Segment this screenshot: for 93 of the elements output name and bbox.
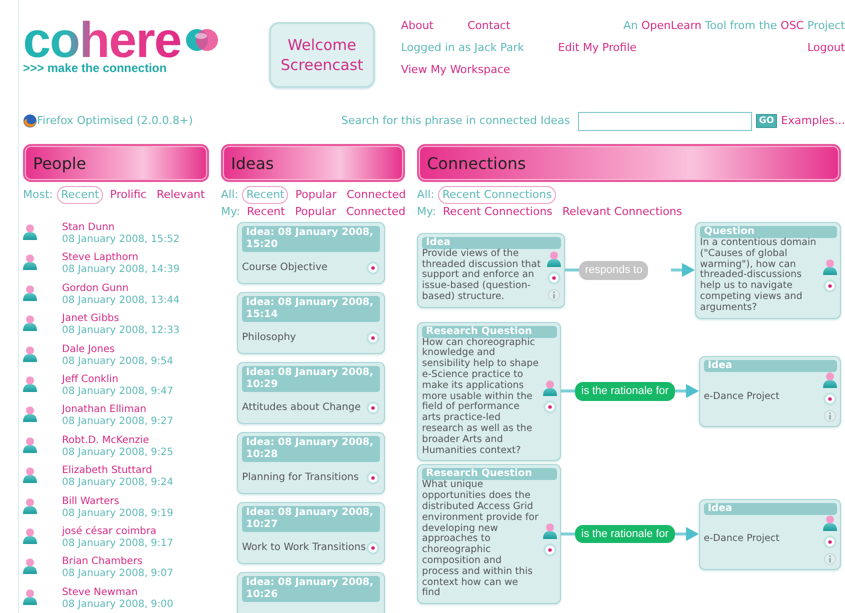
person-name[interactable]: Brian Chambers (62, 556, 174, 568)
person-date: 08 January 2008, 14:39 (62, 264, 180, 276)
relation-label: is the rationale for (575, 382, 675, 401)
filter-link[interactable]: Popular (292, 204, 340, 220)
person-date: 08 January 2008, 9:27 (62, 416, 174, 428)
person-date: 08 January 2008, 9:24 (62, 477, 174, 490)
filter-link[interactable]: Prolific (107, 187, 150, 203)
examples-link[interactable]: Examples... (781, 112, 845, 130)
idea-text: Work to Work Transitions (242, 542, 366, 554)
nav-link[interactable]: About (400, 18, 434, 40)
node-text: e-Dance Project (704, 534, 780, 546)
node-card[interactable]: Idea e-Dance Project (698, 356, 841, 427)
person-name[interactable]: Stan Dunn (62, 222, 180, 234)
relation-label: is the rationale for (575, 524, 675, 544)
idea-card[interactable]: Idea: 08 January 2008, 10:28 Planning for Transitions (237, 432, 385, 494)
idea-title: Idea: 08 January 2008, 10:29 (242, 366, 380, 392)
person-date: 08 January 2008, 12:33 (62, 325, 180, 338)
person-name[interactable]: josé césar coimbra (62, 526, 174, 538)
idea-title: Idea: 08 January 2008, 10:26 (242, 576, 380, 602)
node-text: How can choreographic knowledge and sensibility help to shape e-Science practice to make its applications more usable within the field of performance arts practice-led research as well as the broader Arts and Humanities context? (422, 338, 540, 456)
idea-card[interactable]: Idea: 08 January 2008, 10:29 Attitudes about Change (237, 362, 385, 424)
idea-text: Planning for Transitions (242, 472, 359, 484)
person-name[interactable]: Jeff Conklin (62, 374, 174, 386)
section-header: People (23, 144, 209, 182)
logout-link[interactable]: Logout (807, 40, 845, 62)
logo-tagline: >>> make the connection (23, 62, 168, 74)
person-name[interactable]: Steve Newman (62, 586, 174, 599)
node-card[interactable]: Question In a contentious domain ("Causes of global warming"), how can threaded-discussions help us to navigate competing views and arguments? (695, 222, 841, 319)
idea-title: Idea: 08 January 2008, 15:14 (242, 296, 380, 322)
node-type-label: Research Question (422, 326, 558, 338)
idea-title: Idea: 08 January 2008, 10:28 (242, 436, 380, 462)
filter-link[interactable]: Recent Connections (440, 204, 556, 220)
filter-label: My: (417, 204, 436, 220)
idea-card[interactable]: Idea: 08 January 2008, 15:14 Philosophy (237, 292, 385, 354)
credit-link[interactable]: OpenLearn (641, 19, 702, 32)
credit-link[interactable]: OSC (780, 19, 804, 32)
person-name[interactable]: Janet Gibbs (62, 313, 180, 326)
person-name[interactable]: Robt.D. McKenzie (62, 434, 174, 447)
node-text: Provide views of the threaded discussion that support and enforce an issue-based (question-based) structure. (422, 248, 542, 303)
filter-link[interactable]: Recent (244, 204, 288, 220)
filter-link[interactable]: Relevant Connections (559, 204, 686, 220)
filter-link[interactable]: Connected (344, 187, 409, 203)
person-date: 08 January 2008, 9:19 (62, 508, 174, 520)
node-type-label: Idea (704, 502, 837, 515)
node-text: What unique opportunities does the distributed Access Grid environment provide for developing new approaches to choreographic composition and process and within this context how can we find (422, 480, 540, 600)
node-type-label: Research Question (422, 468, 558, 480)
section-header: Connections (417, 144, 841, 182)
node-text: e-Dance Project (704, 392, 780, 402)
relation-label: responds to (579, 261, 648, 280)
person-name[interactable]: Bill Warters (62, 496, 174, 508)
credit-text: An OpenLearn Tool from the OSC Project (623, 18, 845, 34)
nav-link[interactable]: View My Workspace (400, 62, 510, 84)
idea-card[interactable]: Idea: 08 January 2008, 15:20 Course Objective (237, 222, 385, 284)
person-name[interactable]: Jonathan Elliman (62, 404, 174, 416)
nav-link[interactable]: Edit My Profile (558, 40, 637, 62)
person-date: 08 January 2008, 9:47 (62, 386, 174, 398)
filter-label: My: (221, 204, 240, 220)
idea-text: Attitudes about Change (242, 402, 361, 414)
idea-text: Philosophy (242, 332, 296, 344)
person-date: 08 January 2008, 9:25 (62, 446, 174, 459)
welcome-button[interactable]: Welcome Screencast (268, 22, 375, 88)
node-type-label: Idea (704, 360, 837, 372)
person-date: 08 January 2008, 9:54 (62, 356, 174, 368)
person-date: 08 January 2008, 15:52 (62, 234, 180, 246)
person-name[interactable]: Dale Jones (62, 344, 174, 356)
idea-title: Idea: 08 January 2008, 15:20 (242, 226, 380, 252)
node-type-label: Question (700, 226, 837, 238)
filter-label: All: (417, 187, 434, 203)
login-status: Logged in as Jack Park (400, 40, 524, 56)
filter-label: All: (221, 187, 238, 203)
node-card[interactable]: Idea e-Dance Project (698, 498, 841, 570)
filter-link[interactable]: Relevant (154, 187, 208, 203)
section-header: Ideas (221, 144, 405, 182)
node-text: In a contentious domain ("Causes of global warming"), how can threaded-discussions help us to navigate competing views and arguments? (700, 238, 818, 314)
person-date: 08 January 2008, 9:00 (62, 598, 174, 611)
person-name[interactable]: Gordon Gunn (62, 282, 180, 295)
filter-link[interactable]: Popular (292, 187, 340, 203)
person-date: 08 January 2008, 13:44 (62, 294, 180, 307)
person-date: 08 January 2008, 9:17 (62, 538, 174, 550)
person-date: 08 January 2008, 9:07 (62, 568, 174, 580)
filter-link[interactable]: Connected (343, 204, 408, 220)
nav-link[interactable]: Contact (468, 18, 510, 40)
filter-label: Most: (23, 187, 53, 203)
node-type-label: Idea (422, 236, 561, 249)
idea-text: Course Objective (242, 262, 328, 274)
idea-title: Idea: 08 January 2008, 10:27 (242, 506, 380, 532)
person-name[interactable]: Steve Lapthorn (62, 252, 180, 264)
person-name[interactable]: Elizabeth Stuttard (62, 465, 174, 478)
browser-note: Firefox Optimised (2.0.0.8+) (37, 112, 193, 129)
node-card[interactable]: Idea Provide views of the threaded discussion that support and enforce an issue-based (question-based) structure. (417, 232, 565, 308)
search-label: Search for this phrase in connected Ideas (341, 112, 570, 129)
go-button[interactable]: GO (756, 114, 778, 128)
idea-card[interactable]: Idea: 08 January 2008, 10:27 Work to Work Transitions (237, 502, 385, 564)
